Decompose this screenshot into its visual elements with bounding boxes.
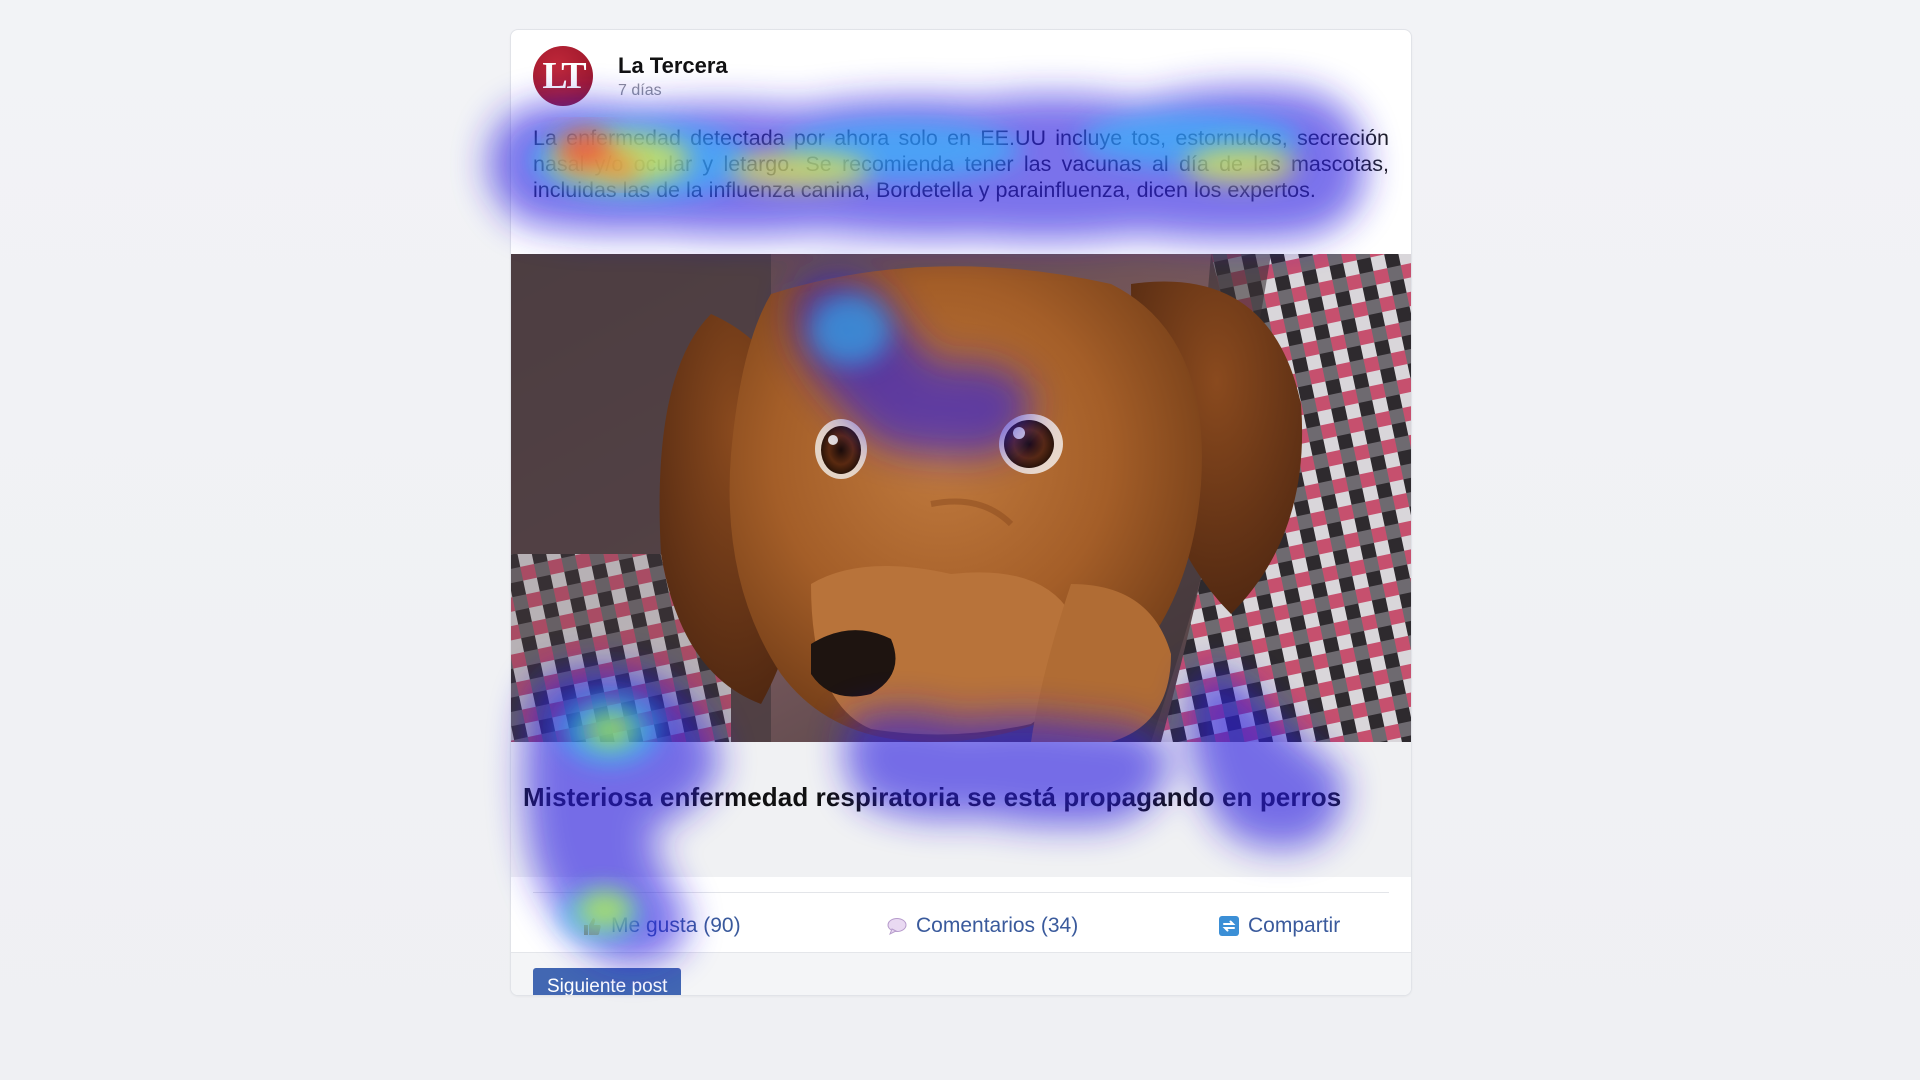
share-label: Compartir: [1248, 914, 1341, 937]
avatar[interactable]: LT: [533, 46, 593, 106]
post-text: La enfermedad detectada por ahora solo e…: [533, 126, 1389, 202]
divider: [533, 892, 1389, 893]
author-name[interactable]: La Tercera: [618, 53, 728, 79]
action-bar: Me gusta (90) Comentarios (34) Compartir: [511, 900, 1411, 952]
speech-bubble-icon: [887, 918, 907, 936]
next-post-button[interactable]: Siguiente post: [533, 968, 682, 995]
comments-button[interactable]: Comentarios (34): [886, 908, 1078, 944]
post-header: LT La Tercera 7 días: [533, 46, 1389, 106]
link-preview[interactable]: Misteriosa enfermedad respiratoria se es…: [511, 742, 1411, 877]
like-label: Me gusta (90): [611, 914, 741, 937]
comments-label: Comentarios (34): [916, 914, 1079, 937]
post-timestamp: 7 días: [618, 82, 662, 99]
link-title[interactable]: Misteriosa enfermedad respiratoria se es…: [523, 782, 1341, 813]
post-card: LT La Tercera 7 días La enfermedad detec…: [510, 29, 1412, 996]
share-button[interactable]: Compartir: [1218, 908, 1340, 944]
post-image[interactable]: [511, 254, 1411, 742]
post-footer: Siguiente post: [511, 952, 1411, 995]
dog-photo: [511, 254, 1411, 742]
like-button[interactable]: Me gusta (90): [581, 908, 741, 944]
share-icon: [1219, 916, 1239, 936]
thumbs-up-icon: [584, 918, 601, 935]
page-background: LT La Tercera 7 días La enfermedad detec…: [0, 0, 1920, 1080]
